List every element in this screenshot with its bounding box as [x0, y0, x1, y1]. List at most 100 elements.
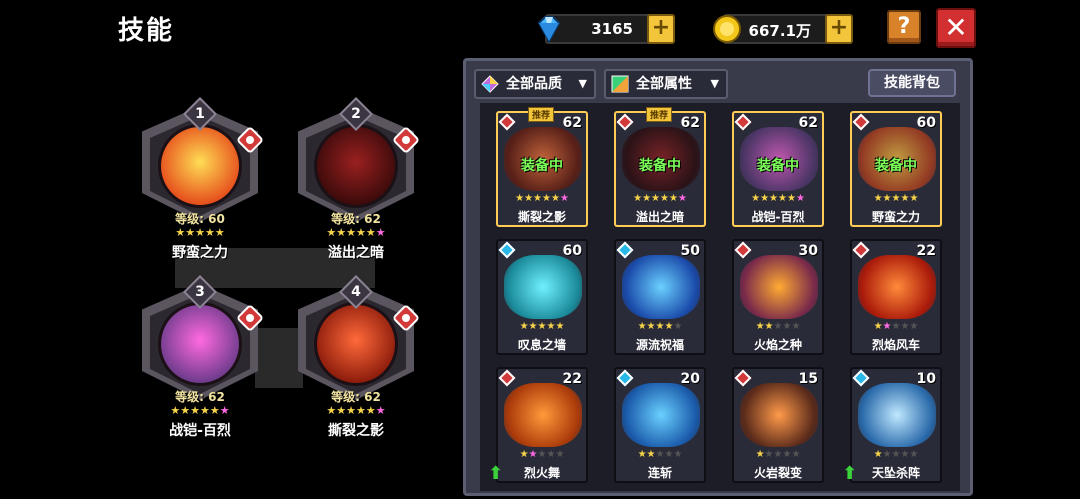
skill-card[interactable]: 60 ★★★★★ 叹息之墙	[496, 239, 588, 355]
skill-stars: ★★★★★	[498, 449, 586, 460]
slot-level: 等级: 62	[331, 212, 381, 226]
skill-icon	[504, 255, 582, 319]
skill-bag-button[interactable]: 技能背包	[868, 69, 956, 97]
skill-stars: ★★★★★	[734, 449, 822, 460]
slot-level: 等级: 60	[175, 212, 225, 226]
star-icon: ★	[528, 321, 538, 332]
element-dot	[400, 312, 412, 324]
star-icon: ★	[195, 226, 205, 239]
star-icon: ★	[175, 226, 186, 239]
element-icon	[498, 241, 516, 259]
recommend-badge: 推荐	[646, 107, 673, 122]
gem-counter: 3165 +	[537, 14, 675, 44]
equipped-slot-1[interactable]: 1 等级: 60 ★★★★★ 野蛮之力	[136, 97, 265, 262]
element-icon	[852, 113, 870, 131]
skill-level: 30	[798, 243, 818, 259]
star-icon: ★	[791, 321, 801, 332]
element-icon	[734, 113, 752, 131]
attribute-icon	[611, 75, 629, 93]
chevron-down-icon: ▼	[578, 77, 587, 90]
equipped-slot-3[interactable]: 3 等级: 62 ★★★★★★ 战铠-百烈	[136, 275, 265, 440]
slot-number-label: 1	[195, 106, 205, 122]
slot-stars: ★★★★★★	[136, 404, 264, 417]
skill-name: 天坠杀阵	[871, 466, 920, 480]
star-icon: ★	[209, 404, 220, 417]
skill-icon	[858, 383, 936, 447]
star-icon: ★	[528, 449, 538, 460]
slot-skill-name: 战铠-百烈	[169, 423, 231, 439]
skill-card[interactable]: 60 装备中 ★★★★★ 野蛮之力	[850, 111, 942, 227]
diamond-icon	[537, 16, 561, 44]
skill-card[interactable]: 20 ★★★★★ 连斩	[614, 367, 706, 483]
slot-level: 等级: 62	[175, 390, 225, 404]
gem-amount: 3165	[591, 20, 633, 38]
star-icon: ★	[637, 449, 647, 460]
add-gems-button[interactable]: +	[647, 14, 675, 44]
star-icon: ★	[326, 226, 337, 239]
close-button[interactable]: ✕	[936, 8, 976, 48]
skill-icon	[740, 383, 818, 447]
element-icon	[734, 241, 752, 259]
skill-card[interactable]: 15 ★★★★★ 火岩裂变	[732, 367, 824, 483]
star-icon: ★	[786, 193, 796, 204]
upgrade-arrow-icon: ⬆	[488, 463, 504, 484]
skill-card[interactable]: 50 ★★★★★ 源流祝福	[614, 239, 706, 355]
element-dot	[400, 134, 412, 146]
star-icon: ★	[519, 449, 529, 460]
skill-card[interactable]: 62 装备中 ★★★★★★ 战铠-百烈	[732, 111, 824, 227]
skill-level: 62	[798, 115, 818, 131]
skill-name: 战铠-百烈	[751, 210, 805, 224]
star-icon: ★	[909, 193, 919, 204]
skill-level: 22	[916, 243, 936, 259]
skill-name: 烈火舞	[523, 466, 560, 480]
star-icon: ★	[751, 193, 761, 204]
star-icon: ★	[677, 193, 687, 204]
help-button[interactable]: ?	[887, 10, 921, 44]
star-icon: ★	[346, 226, 356, 239]
skill-card[interactable]: 22 ★★★★★ 烈火舞 ⬆	[488, 367, 588, 483]
star-icon: ★	[651, 193, 660, 204]
skill-name: 源流祝福	[635, 338, 684, 352]
slot-skill-name: 野蛮之力	[172, 245, 228, 261]
star-icon: ★	[764, 449, 774, 460]
element-icon	[734, 369, 752, 387]
slot-level: 等级: 62	[331, 390, 381, 404]
star-icon: ★	[668, 193, 678, 204]
skill-card[interactable]: 30 ★★★★★ 火焰之种	[732, 239, 824, 355]
equipped-tag: 装备中	[639, 158, 681, 174]
chevron-down-icon: ▼	[710, 77, 719, 90]
slot-stars: ★★★★★	[136, 226, 264, 239]
star-icon: ★	[190, 404, 200, 417]
equipped-tag: 装备中	[875, 158, 917, 174]
skill-card[interactable]: 10 ★★★★★ 天坠杀阵 ⬆	[842, 367, 942, 483]
element-icon	[498, 369, 516, 387]
add-coins-button[interactable]: +	[825, 14, 853, 44]
star-icon: ★	[559, 193, 569, 204]
skill-stars: ★★★★★	[852, 321, 940, 332]
skill-card[interactable]: 22 ★★★★★ 烈焰风车	[850, 239, 942, 355]
star-icon: ★	[764, 321, 774, 332]
skill-name: 连斩	[647, 466, 672, 480]
skill-panel: 全部品质 ▼ 全部属性 ▼ 技能背包 62 推荐 装备中 ★★★★★★ 撕裂之影 62 推荐…	[463, 58, 973, 496]
star-icon: ★	[170, 404, 181, 417]
skill-level: 22	[562, 371, 582, 387]
star-icon: ★	[524, 193, 534, 204]
attribute-filter-dropdown[interactable]: 全部属性 ▼	[604, 69, 728, 99]
equipped-slot-4[interactable]: 4 等级: 62 ★★★★★★ 撕裂之影	[292, 275, 421, 440]
star-icon: ★	[673, 321, 683, 332]
skill-name: 火岩裂变	[753, 466, 802, 480]
skill-card[interactable]: 62 推荐 装备中 ★★★★★★ 撕裂之影	[496, 107, 588, 227]
star-icon: ★	[660, 193, 669, 204]
skill-stars: ★★★★★★	[734, 193, 822, 204]
star-icon: ★	[180, 404, 191, 417]
star-icon: ★	[760, 193, 770, 204]
star-icon: ★	[375, 226, 386, 239]
star-icon: ★	[673, 449, 683, 460]
equipped-slot-2[interactable]: 2 等级: 62 ★★★★★★ 溢出之暗	[292, 97, 421, 262]
star-icon: ★	[646, 321, 656, 332]
quality-filter-dropdown[interactable]: 全部品质 ▼	[474, 69, 596, 99]
skill-card[interactable]: 62 推荐 装备中 ★★★★★★ 溢出之暗	[614, 107, 706, 227]
element-icon	[498, 113, 516, 131]
slot-number-label: 3	[195, 284, 205, 300]
star-icon: ★	[755, 321, 765, 332]
